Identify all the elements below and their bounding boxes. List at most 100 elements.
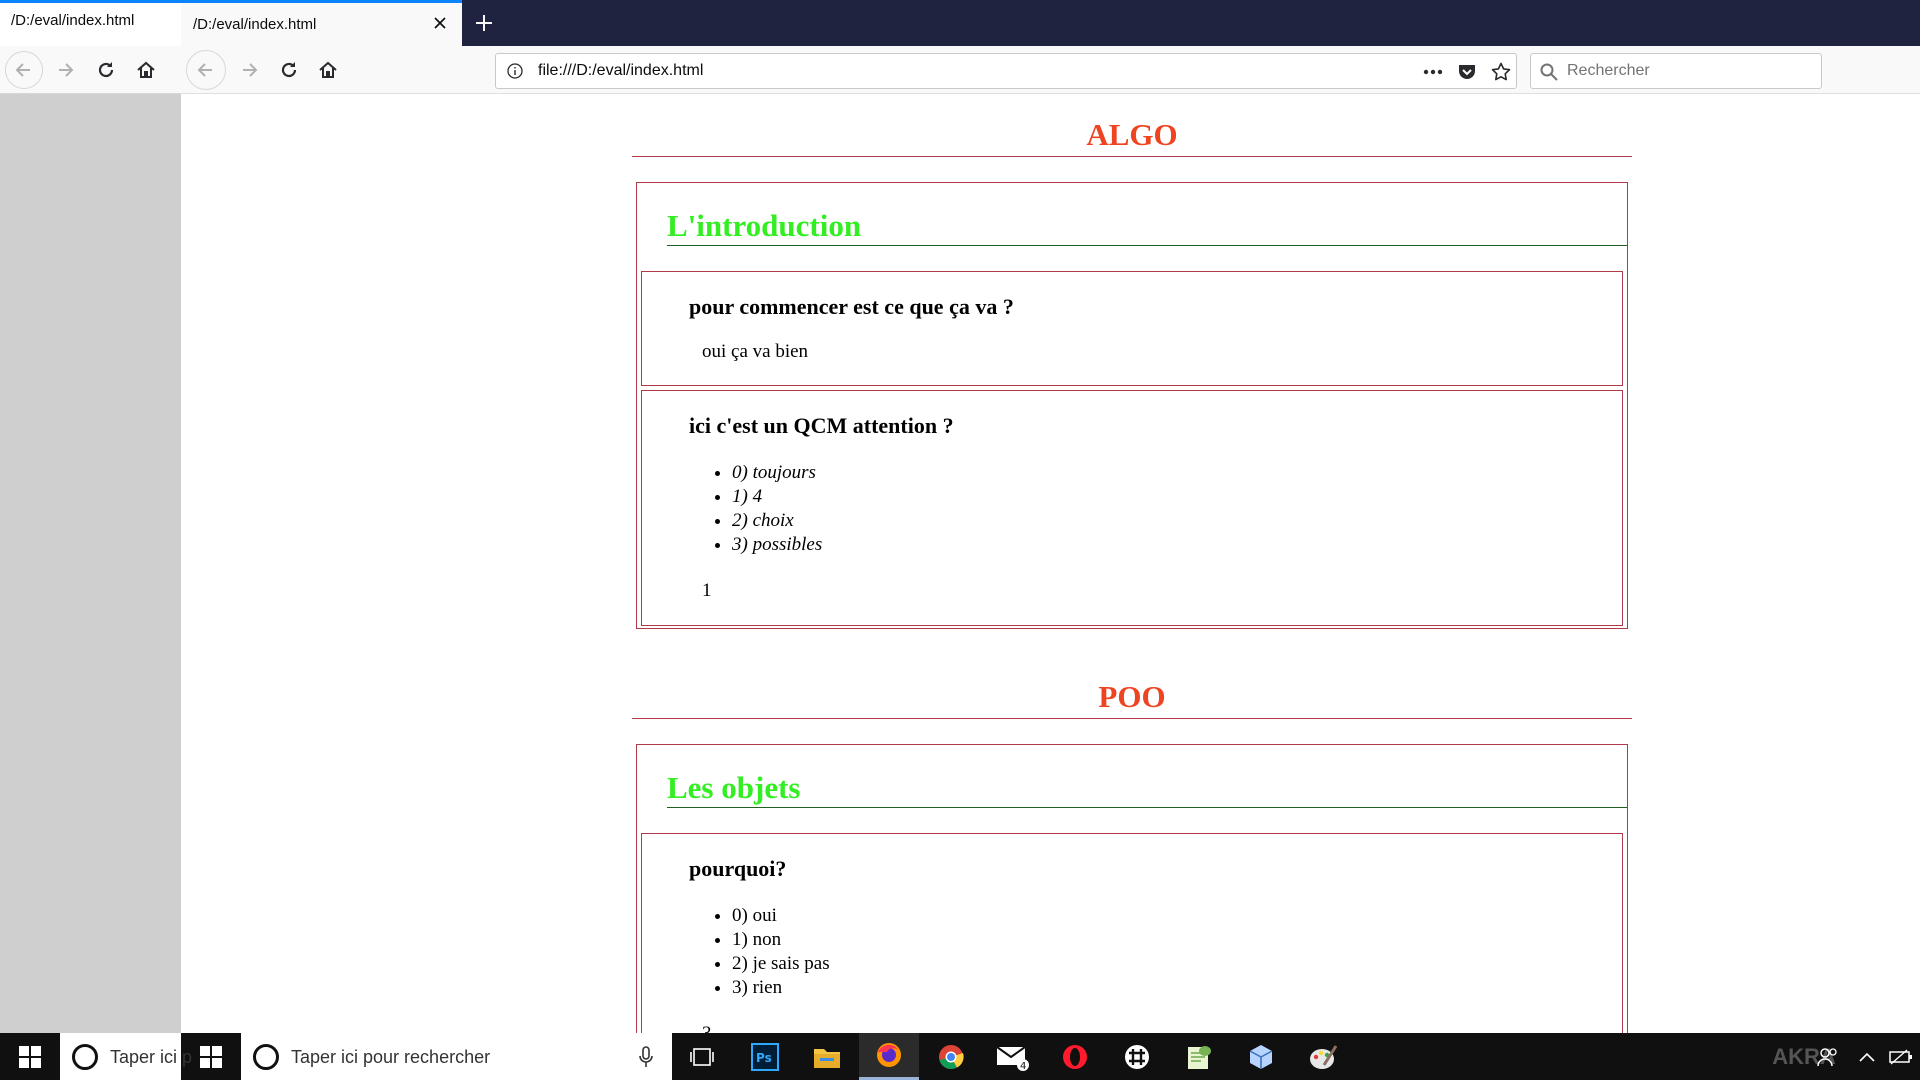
arrow-right-icon <box>59 63 74 77</box>
question-text: pourquoi? <box>689 856 787 881</box>
category-box: L'introduction pour commencer est ce que… <box>636 182 1628 629</box>
notepad-plus-plus-app[interactable] <box>1169 1033 1229 1080</box>
background-browser-window: /D:/eval/index.html <box>0 0 181 1080</box>
background-forward-button[interactable] <box>51 56 79 84</box>
home-button[interactable] <box>314 56 342 84</box>
background-home-button[interactable] <box>132 56 160 84</box>
pocket-button[interactable] <box>1456 61 1478 83</box>
opera-icon <box>1063 1044 1087 1069</box>
photoshop-app[interactable]: Ps <box>735 1033 795 1080</box>
choice-list: 0) toujours 1) 4 2) choix 3) possibles <box>732 461 1622 557</box>
choice-item: 0) toujours <box>732 461 1622 485</box>
choice-item: 1) 4 <box>732 485 1622 509</box>
more-dots-icon <box>1423 69 1443 75</box>
choice-item: 1) non <box>732 928 1622 952</box>
start-button[interactable] <box>181 1033 241 1080</box>
question-box: pourquoi? 0) oui 1) non 2) je sais pas 3… <box>641 833 1623 1033</box>
task-view-button[interactable] <box>672 1033 732 1080</box>
category-box: Les objets pourquoi? 0) oui 1) non 2) je… <box>636 744 1628 1033</box>
file-explorer-app[interactable] <box>797 1033 857 1080</box>
background-reload-button[interactable] <box>92 56 120 84</box>
arrow-left-icon <box>15 63 30 77</box>
arrow-left-icon <box>197 63 212 77</box>
tab-title: /D:/eval/index.html <box>193 16 317 33</box>
search-bar[interactable] <box>1530 53 1822 89</box>
background-back-button[interactable] <box>5 51 43 89</box>
back-button[interactable] <box>186 50 226 90</box>
mail-badge-count: 4 <box>1020 1061 1026 1072</box>
answer-number: 1 <box>702 580 712 601</box>
chevron-up-icon <box>1859 1052 1875 1062</box>
tab-close-button[interactable] <box>431 14 449 32</box>
chrome-app[interactable] <box>921 1033 981 1080</box>
tab-accent-line <box>181 0 462 3</box>
show-hidden-icons-button[interactable] <box>1852 1033 1882 1080</box>
choice-item: 2) je sais pas <box>732 952 1622 976</box>
question-answer: oui ça va bien <box>702 341 809 362</box>
mail-app[interactable]: 4 <box>983 1033 1043 1080</box>
tab-strip: /D:/eval/index.html <box>181 0 1920 46</box>
question-box: ici c'est un QCM attention ? 0) toujours… <box>641 390 1623 626</box>
choice-item: 3) rien <box>732 976 1622 1000</box>
page-actions-button[interactable] <box>1422 61 1444 83</box>
cortana-icon <box>72 1044 98 1070</box>
firefox-app[interactable] <box>859 1033 919 1080</box>
navigation-toolbar: file:///D:/eval/index.html <box>181 46 1920 94</box>
windows-logo-icon <box>200 1045 222 1068</box>
info-icon <box>507 63 523 79</box>
folder-icon <box>814 1048 840 1068</box>
background-taskbar-search[interactable]: Taper ici p <box>60 1033 192 1080</box>
windows-logo-icon <box>19 1045 41 1068</box>
pocket-icon <box>1459 65 1475 79</box>
forward-button[interactable] <box>235 56 263 84</box>
start-button[interactable] <box>0 1033 60 1080</box>
background-search-text: Taper ici p <box>110 1047 193 1067</box>
question-text: pour commencer est ce que ça va ? <box>689 294 1014 319</box>
answer-number: 3 <box>702 1024 1622 1033</box>
plus-icon <box>476 15 492 31</box>
firefox-icon <box>877 1043 901 1067</box>
background-navbar <box>0 46 181 94</box>
people-button[interactable] <box>1810 1033 1846 1080</box>
reload-button[interactable] <box>275 56 303 84</box>
reload-icon <box>281 62 297 78</box>
page-viewport: ALGO L'introduction pour commencer est c… <box>181 95 1920 1033</box>
opera-app[interactable] <box>1045 1033 1105 1080</box>
taskbar-search-box[interactable]: Taper ici pour rechercher <box>241 1033 672 1080</box>
close-icon <box>434 17 446 29</box>
section-title-algo: ALGO <box>632 95 1632 157</box>
url-text[interactable]: file:///D:/eval/index.html <box>538 62 703 80</box>
search-icon <box>1539 62 1559 82</box>
site-info-button[interactable] <box>506 62 524 80</box>
chrome-icon <box>939 1044 964 1069</box>
background-tab[interactable]: /D:/eval/index.html <box>0 0 181 46</box>
choice-item: 3) possibles <box>732 533 1622 557</box>
background-tabstrip: /D:/eval/index.html <box>0 0 181 46</box>
home-icon <box>137 61 155 78</box>
reload-icon <box>98 62 114 78</box>
active-tab[interactable]: /D:/eval/index.html <box>181 0 462 46</box>
battery-button[interactable] <box>1884 1033 1918 1080</box>
background-tab-title: /D:/eval/index.html <box>11 12 135 29</box>
url-bar[interactable]: file:///D:/eval/index.html <box>495 53 1517 89</box>
bookmark-button[interactable] <box>1490 61 1512 83</box>
new-tab-button[interactable] <box>471 10 497 36</box>
mail-icon: 4 <box>996 1045 1029 1072</box>
task-view-icon <box>690 1047 714 1066</box>
question-box: pour commencer est ce que ça va ? oui ça… <box>641 271 1623 386</box>
choice-list: 0) oui 1) non 2) je sais pas 3) rien <box>732 904 1622 1000</box>
slack-app[interactable] <box>1107 1033 1167 1080</box>
taskbar-search-text: Taper ici pour rechercher <box>291 1047 491 1067</box>
paint-palette-icon <box>1310 1044 1338 1069</box>
search-input[interactable] <box>1567 56 1817 86</box>
virtualbox-app[interactable] <box>1231 1033 1291 1080</box>
paint-app[interactable] <box>1293 1033 1353 1080</box>
microphone-icon[interactable] <box>636 1045 656 1069</box>
choice-item: 2) choix <box>732 509 1622 533</box>
cortana-icon <box>253 1044 279 1070</box>
question-text: ici c'est un QCM attention ? <box>689 413 954 438</box>
svg-text:Ps: Ps <box>756 1051 772 1065</box>
section-title-poo: POO <box>632 657 1632 719</box>
page-body: ALGO L'introduction pour commencer est c… <box>632 95 1632 1033</box>
star-icon <box>1491 62 1511 81</box>
